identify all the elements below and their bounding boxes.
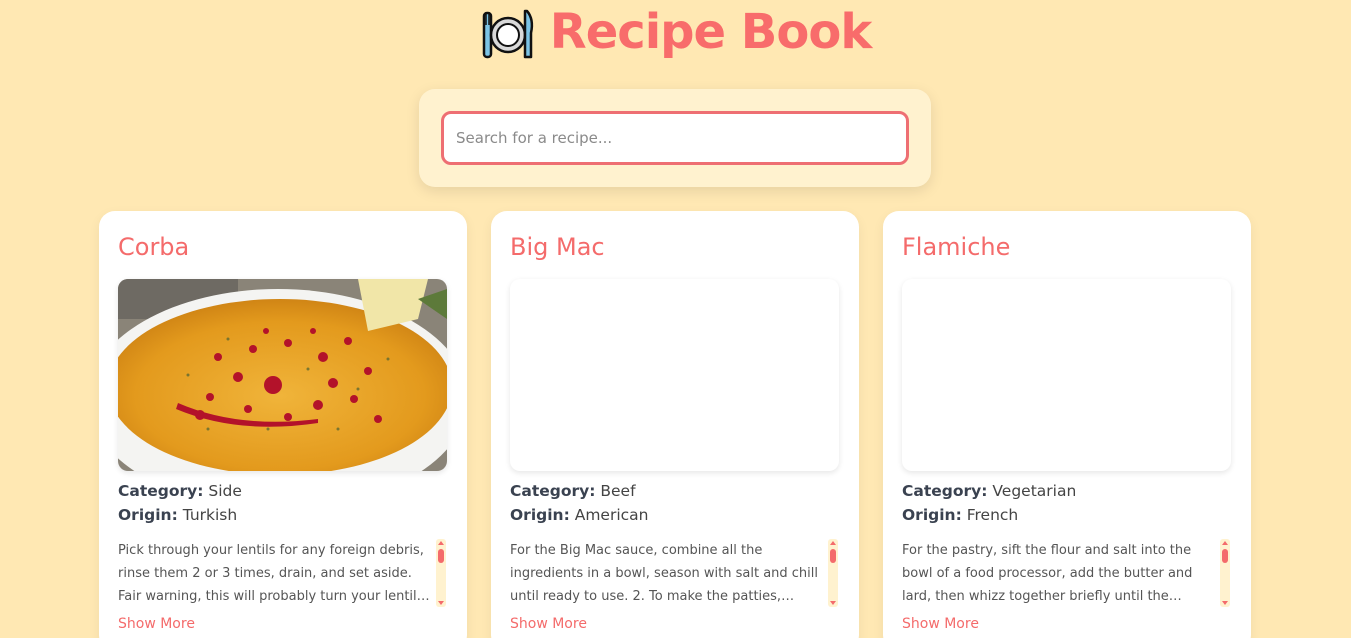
scroll-thumb[interactable] bbox=[1222, 549, 1228, 563]
search-panel bbox=[419, 89, 931, 187]
recipe-title: Big Mac bbox=[510, 233, 605, 261]
recipe-card: Corba Category: Side Origin: Turkish Pic… bbox=[99, 211, 467, 638]
recipe-description: For the Big Mac sauce, combine all the i… bbox=[510, 543, 819, 604]
show-more-link[interactable]: Show More bbox=[902, 616, 979, 632]
plate-fork-knife-icon bbox=[482, 9, 533, 59]
description-scrollbar[interactable] bbox=[436, 539, 446, 607]
description-scrollbar[interactable] bbox=[828, 539, 838, 607]
recipe-category: Category: Beef bbox=[510, 482, 636, 500]
recipe-card: Flamiche Category: Vegetarian Origin: Fr… bbox=[883, 211, 1251, 638]
scroll-down-icon[interactable] bbox=[830, 601, 836, 605]
scroll-up-icon[interactable] bbox=[830, 541, 836, 545]
page-title: Recipe Book bbox=[549, 4, 873, 60]
recipe-origin: Origin: French bbox=[902, 506, 1019, 524]
recipe-origin: Origin: American bbox=[510, 506, 649, 524]
recipe-category: Category: Vegetarian bbox=[902, 482, 1077, 500]
recipe-description: Pick through your lentils for any foreig… bbox=[118, 543, 424, 604]
recipe-title: Corba bbox=[118, 233, 190, 261]
show-more-link[interactable]: Show More bbox=[510, 616, 587, 632]
show-more-link[interactable]: Show More bbox=[118, 616, 195, 632]
scroll-up-icon[interactable] bbox=[438, 541, 444, 545]
recipe-image bbox=[510, 279, 839, 471]
scroll-up-icon[interactable] bbox=[1222, 541, 1228, 545]
scroll-down-icon[interactable] bbox=[438, 601, 444, 605]
scroll-thumb[interactable] bbox=[438, 549, 444, 563]
recipe-image bbox=[902, 279, 1231, 471]
lentil-soup-image bbox=[118, 279, 447, 471]
description-scrollbar[interactable] bbox=[1220, 539, 1230, 607]
recipe-origin: Origin: Turkish bbox=[118, 506, 238, 524]
header: Recipe Book bbox=[0, 0, 1351, 64]
recipe-image bbox=[118, 279, 447, 471]
search-input[interactable] bbox=[441, 111, 909, 165]
page: Recipe Book Corba bbox=[0, 0, 1351, 638]
recipe-card: Big Mac Category: Beef Origin: American … bbox=[491, 211, 859, 638]
scroll-thumb[interactable] bbox=[830, 549, 836, 563]
recipe-category: Category: Side bbox=[118, 482, 242, 500]
recipe-title: Flamiche bbox=[902, 233, 1011, 261]
scroll-down-icon[interactable] bbox=[1222, 601, 1228, 605]
recipe-description: For the pastry, sift the flour and salt … bbox=[902, 543, 1193, 604]
